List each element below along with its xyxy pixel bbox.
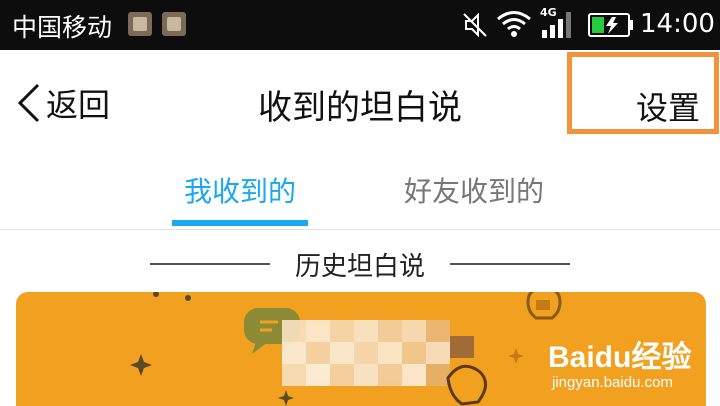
sparkle-icon bbox=[130, 354, 152, 376]
notification-app-icon bbox=[128, 12, 152, 36]
sparkle-icon bbox=[278, 390, 294, 406]
wifi-icon bbox=[497, 11, 531, 37]
tab-bar: 我收到的 好友收到的 bbox=[0, 148, 720, 230]
blurred-content bbox=[282, 320, 474, 386]
section-title: 历史坦白说 bbox=[294, 252, 425, 282]
watermark-brand: Baidu经验 bbox=[548, 341, 692, 374]
battery-charging-icon bbox=[588, 13, 633, 37]
watermark-url: jingyan.baidu.com bbox=[552, 374, 673, 391]
settings-highlight-box: 设置 bbox=[567, 52, 719, 134]
settings-button[interactable]: 设置 bbox=[636, 83, 700, 129]
tab-received-by-me[interactable]: 我收到的 bbox=[172, 170, 308, 210]
signal-icon bbox=[542, 12, 571, 38]
carrier-name: 中国移动 bbox=[12, 13, 113, 42]
section-header: 历史坦白说 bbox=[0, 230, 720, 292]
lightbulb-icon bbox=[526, 292, 562, 320]
gallery-icon bbox=[162, 12, 186, 36]
active-tab-indicator bbox=[172, 220, 308, 226]
status-bar: 中国移动 4G 14:00 bbox=[0, 0, 720, 50]
hand-doodle-icon bbox=[446, 364, 487, 406]
navigation-bar: 返回 收到的坦白说 设置 bbox=[0, 50, 720, 148]
divider-right bbox=[450, 263, 570, 265]
mute-icon bbox=[463, 12, 487, 38]
tab-received-by-friends[interactable]: 好友收到的 bbox=[404, 170, 544, 210]
sparkle-icon bbox=[508, 348, 524, 364]
status-time: 14:00 bbox=[640, 9, 715, 39]
